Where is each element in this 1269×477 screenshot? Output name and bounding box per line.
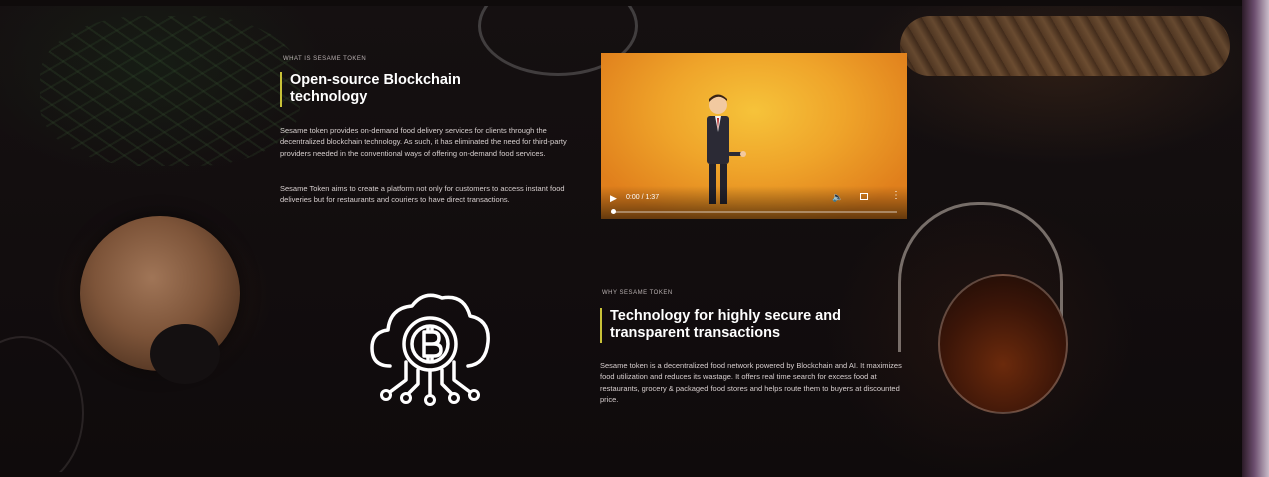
section2-paragraph: Sesame token is a decentralized food net… [600, 361, 902, 404]
play-icon[interactable]: ▶ [610, 193, 617, 204]
section2-title-line2: transparent transactions [610, 325, 781, 342]
page-edge [1242, 0, 1269, 477]
video-progress-track[interactable] [611, 211, 897, 213]
more-vertical-icon[interactable]: ⋮ [891, 191, 901, 201]
cookie-bite-shadow [150, 324, 220, 384]
rope-decoration [900, 16, 1230, 76]
section2-title: Technology for highly secure and transpa… [600, 308, 910, 343]
section2-eyebrow: WHY SESAME TOKEN [602, 290, 673, 296]
section1-paragraph1: Sesame token provides on-demand food del… [280, 126, 567, 158]
video-progress-handle[interactable] [611, 209, 616, 214]
video-time: 0:00 / 1:37 [626, 194, 660, 201]
section1-eyebrow: WHAT IS SESAME TOKEN [283, 56, 367, 62]
plate-decoration [0, 336, 84, 472]
section2-title-line1: Technology for highly secure and [610, 308, 841, 324]
section1-paragraph2: Sesame Token aims to create a platform n… [280, 184, 565, 205]
section1-title: Open-source Blockchain technology [280, 72, 580, 107]
volume-icon[interactable]: 🔈 [832, 192, 843, 203]
video-controls-bar [601, 186, 907, 219]
section1-title-line2: technology [290, 89, 368, 106]
bitcoin-cloud-network-icon [370, 293, 490, 406]
teapot-image [938, 274, 1068, 414]
section1-title-line1: Open-source Blockchain [290, 72, 461, 88]
fullscreen-icon[interactable] [860, 193, 868, 200]
pine-leaves-decoration [40, 16, 300, 166]
